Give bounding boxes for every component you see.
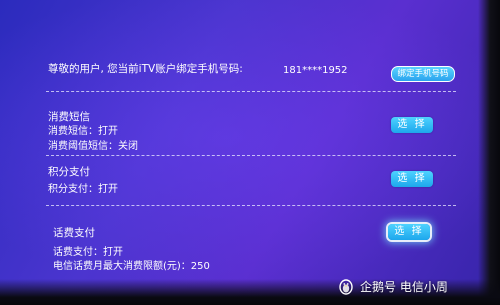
select-button-sms[interactable]: 选 择 — [391, 117, 433, 133]
select-button-points[interactable]: 选 择 — [391, 171, 433, 187]
section-title-points: 积分支付 — [48, 166, 90, 178]
divider — [46, 91, 456, 92]
select-button-bill[interactable]: 选 择 — [388, 224, 430, 240]
sms-status: 消费短信：打开 — [48, 126, 118, 137]
tv-bezel — [478, 0, 500, 305]
watermark: 企鹅号 电信小周 — [337, 277, 448, 295]
penguin-icon — [339, 279, 353, 295]
bind-phone-button[interactable]: 绑定手机号码 — [391, 66, 455, 82]
section-title-bill: 话费支付 — [53, 227, 95, 239]
bill-monthly-limit: 电信话费月最大消费限额(元)：250 — [53, 261, 210, 272]
bill-payment-status: 话费支付：打开 — [53, 247, 123, 258]
bound-phone-notice: 尊敬的用户, 您当前iTV账户绑定手机号码: — [48, 63, 243, 75]
section-title-sms: 消费短信 — [48, 111, 90, 123]
divider — [46, 205, 456, 206]
divider — [46, 155, 456, 156]
tv-screen: 尊敬的用户, 您当前iTV账户绑定手机号码: 181****1952 绑定手机号… — [0, 0, 500, 305]
watermark-text: 企鹅号 电信小周 — [360, 279, 448, 294]
points-payment-status: 积分支付：打开 — [48, 184, 118, 195]
sms-threshold-status: 消费阈值短信：关闭 — [48, 141, 138, 152]
bound-phone-number: 181****1952 — [283, 65, 348, 76]
